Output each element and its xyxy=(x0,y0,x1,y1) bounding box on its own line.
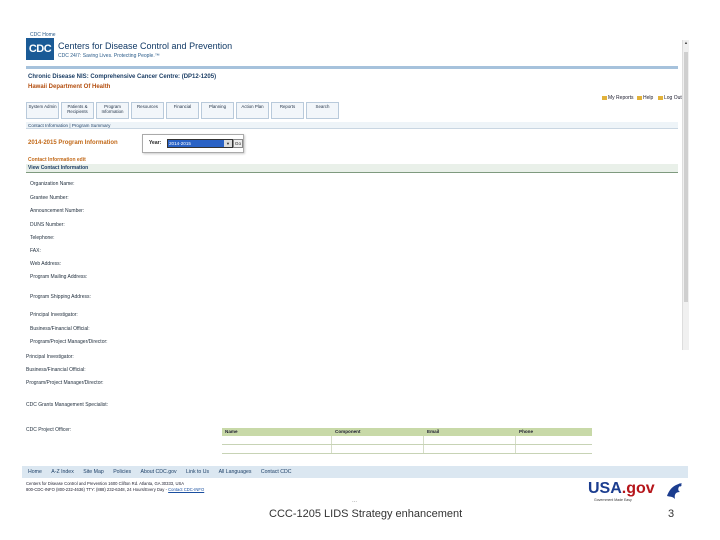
table-header: Name Component Email Phone xyxy=(222,428,592,436)
project-officer-table: Name Component Email Phone xyxy=(222,428,592,454)
address-line-2-text: 800-CDC-INFO (800-232-4636) TTY: (888) 2… xyxy=(26,487,167,492)
scroll-up-icon[interactable]: ▲ xyxy=(683,40,689,46)
tab-patients-recipients[interactable]: Patients & Recipients xyxy=(61,102,94,119)
log-out-label: Log Out xyxy=(664,95,682,101)
tagline: CDC 24/7: Saving Lives. Protecting Peopl… xyxy=(58,53,160,59)
tab-planning[interactable]: Planning xyxy=(201,102,234,119)
usa-gov-logo[interactable]: USA.gov xyxy=(588,480,655,498)
contact-cdc-info-link[interactable]: Contact CDC-INFO xyxy=(168,487,204,492)
field-principal-investigator: Principal Investigator: xyxy=(30,312,78,318)
vertical-scrollbar[interactable]: ▲ xyxy=(682,40,689,350)
scroll-thumb[interactable] xyxy=(684,52,688,302)
field-grants-specialist: CDC Grants Management Specialist: xyxy=(26,402,108,408)
footer-nav: Home A-Z Index Site Map Policies About C… xyxy=(22,466,688,478)
help-label: Help xyxy=(643,95,654,101)
footer-link-site-map[interactable]: Site Map xyxy=(83,469,103,475)
header-divider xyxy=(26,66,678,69)
chevron-down-icon[interactable]: ▼ xyxy=(224,140,232,147)
tab-system-admin[interactable]: System Admin xyxy=(26,102,59,119)
main-nav: System Admin Patients & Recipients Progr… xyxy=(26,102,341,119)
slide-number: 3 xyxy=(668,508,675,520)
contact-info-edit-link[interactable]: Contact Information edit xyxy=(28,157,86,163)
org-name: Centers for Disease Control and Preventi… xyxy=(58,41,233,51)
field-principal-investigator-2: Principal Investigator: xyxy=(26,354,74,360)
usa-gov-suffix: .gov xyxy=(621,480,655,497)
my-reports-label: My Reports xyxy=(608,95,634,101)
tab-program-information[interactable]: Program Information xyxy=(96,102,129,119)
field-business-official: Business/Financial Official: xyxy=(30,326,90,332)
year-selector-panel: Year: 2014-2015 ▼ Go xyxy=(142,134,244,153)
footer-link-az-index[interactable]: A-Z Index xyxy=(51,469,74,475)
year-select[interactable]: 2014-2015 ▼ xyxy=(167,139,233,148)
usa-gov-text: USA xyxy=(588,480,622,497)
help-icon xyxy=(637,95,642,100)
year-label: Year: xyxy=(149,140,162,146)
field-program-manager-2: Program/Project Manager/Director: xyxy=(26,380,104,386)
col-name: Name xyxy=(225,429,238,434)
field-shipping-address: Program Shipping Address: xyxy=(30,294,91,300)
table-row xyxy=(222,436,592,445)
tab-reports[interactable]: Reports xyxy=(271,102,304,119)
field-organization-name: Organization Name: xyxy=(30,181,75,187)
footer-link-about[interactable]: About CDC.gov xyxy=(141,469,177,475)
my-reports-link[interactable]: My Reports xyxy=(602,95,634,101)
footer-link-link-to-us[interactable]: Link to Us xyxy=(186,469,209,475)
reports-icon xyxy=(602,95,607,100)
usa-gov-subtitle: Government Made Easy xyxy=(594,498,632,502)
tab-action-plan[interactable]: Action Plan xyxy=(236,102,269,119)
tab-search[interactable]: Search xyxy=(306,102,339,119)
breadcrumb[interactable]: Contact Information | Program Summary xyxy=(26,122,678,129)
field-program-manager: Program/Project Manager/Director: xyxy=(30,339,108,345)
footer-address: Centers for Disease Control and Preventi… xyxy=(26,481,204,493)
col-email: Email xyxy=(427,429,440,434)
department-name: Hawaii Department Of Health xyxy=(28,84,111,90)
field-web-address: Web Address: xyxy=(30,261,62,267)
page-title: 2014-2015 Program Information xyxy=(28,140,118,146)
col-phone: Phone xyxy=(519,429,534,434)
footer-link-languages[interactable]: All Languages xyxy=(219,469,252,475)
address-line-2: 800-CDC-INFO (800-232-4636) TTY: (888) 2… xyxy=(26,487,204,493)
field-telephone: Telephone: xyxy=(30,235,55,241)
tab-resources[interactable]: Resources xyxy=(131,102,164,119)
field-mailing-address: Program Mailing Address: xyxy=(30,274,88,280)
field-project-officer: CDC Project Officer: xyxy=(26,427,72,433)
go-button[interactable]: Go xyxy=(233,139,243,148)
program-title: Chronic Disease NIS: Comprehensive Cance… xyxy=(28,74,217,80)
year-select-value: 2014-2015 xyxy=(168,140,224,147)
screenshot-window: CDC Home CDC Centers for Disease Control… xyxy=(22,30,689,350)
footer-link-contact[interactable]: Contact CDC xyxy=(261,469,292,475)
log-out-link[interactable]: Log Out xyxy=(658,95,682,101)
slide-dots: ... xyxy=(352,498,358,504)
field-fax: FAX: xyxy=(30,248,41,254)
slide-caption: CCC-1205 LIDS Strategy enhancement xyxy=(269,508,463,520)
log-out-icon xyxy=(658,95,663,100)
field-grantee-number: Grantee Number: xyxy=(30,195,69,201)
tab-financial[interactable]: Financial xyxy=(166,102,199,119)
footer-link-policies[interactable]: Policies xyxy=(113,469,131,475)
footer-link-home[interactable]: Home xyxy=(28,469,42,475)
table-row xyxy=(222,445,592,454)
field-business-official-2: Business/Financial Official: xyxy=(26,367,86,373)
field-announcement-number: Announcement Number: xyxy=(30,208,85,214)
hhs-eagle-icon[interactable] xyxy=(664,480,686,502)
help-link[interactable]: Help xyxy=(637,95,653,101)
cdc-logo[interactable]: CDC xyxy=(26,38,54,60)
view-contact-bar: View Contact Information xyxy=(26,164,678,173)
field-duns-number: DUNS Number: xyxy=(30,222,65,228)
col-component: Component xyxy=(335,429,361,434)
